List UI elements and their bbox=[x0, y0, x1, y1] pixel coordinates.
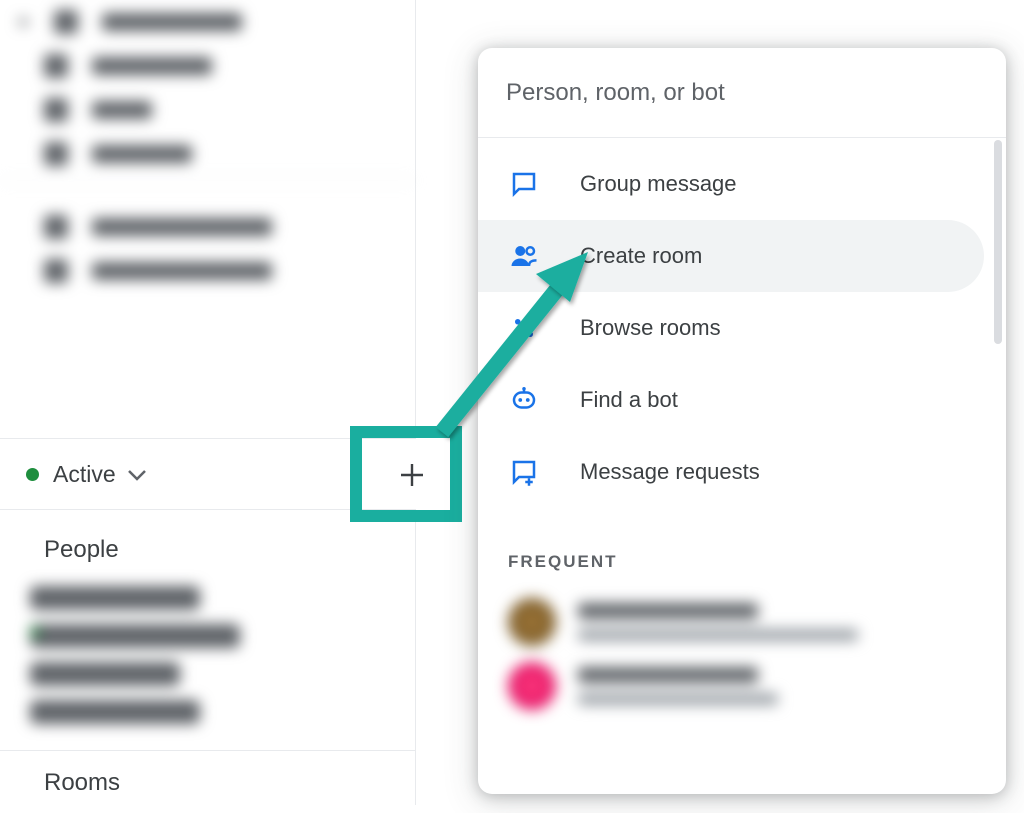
avatar bbox=[508, 598, 556, 646]
message-request-icon bbox=[508, 457, 540, 487]
chevron-down-icon bbox=[128, 470, 146, 482]
create-room-item[interactable]: Create room bbox=[478, 220, 984, 292]
new-chat-button[interactable] bbox=[384, 447, 440, 503]
plus-icon bbox=[397, 460, 427, 490]
menu-label: Create room bbox=[580, 243, 702, 269]
popup-menu-list: Group message Create room bbox=[478, 138, 1006, 508]
sidebar-blurred-upper bbox=[0, 0, 415, 293]
menu-label: Find a bot bbox=[580, 387, 678, 413]
find-bot-item[interactable]: Find a bot bbox=[478, 364, 984, 436]
menu-label: Group message bbox=[580, 171, 737, 197]
message-requests-item[interactable]: Message requests bbox=[478, 436, 984, 508]
browse-rooms-icon bbox=[508, 313, 540, 343]
menu-label: Message requests bbox=[580, 459, 760, 485]
rooms-section-header: Rooms bbox=[0, 750, 416, 813]
people-section-header: People bbox=[0, 520, 416, 580]
presence-dot-icon bbox=[26, 468, 39, 481]
avatar bbox=[508, 662, 556, 710]
group-message-item[interactable]: Group message bbox=[478, 148, 984, 220]
people-list-blurred bbox=[30, 572, 350, 738]
frequent-contact-row[interactable] bbox=[478, 654, 1006, 718]
status-label: Active bbox=[53, 461, 116, 488]
bot-icon bbox=[508, 385, 540, 415]
popup-scrollbar[interactable] bbox=[994, 140, 1002, 344]
chat-bubble-icon bbox=[508, 169, 540, 199]
frequent-contact-row[interactable] bbox=[478, 590, 1006, 654]
menu-label: Browse rooms bbox=[580, 315, 721, 341]
chat-sidebar: Active People Rooms bbox=[0, 0, 416, 805]
chat-status-row[interactable]: Active bbox=[0, 438, 416, 510]
people-group-icon bbox=[508, 241, 540, 271]
search-input[interactable] bbox=[506, 79, 978, 107]
browse-rooms-item[interactable]: Browse rooms bbox=[478, 292, 984, 364]
search-row bbox=[478, 48, 1006, 138]
frequent-section-label: FREQUENT bbox=[478, 508, 1006, 590]
new-chat-popup: Group message Create room bbox=[478, 48, 1006, 794]
